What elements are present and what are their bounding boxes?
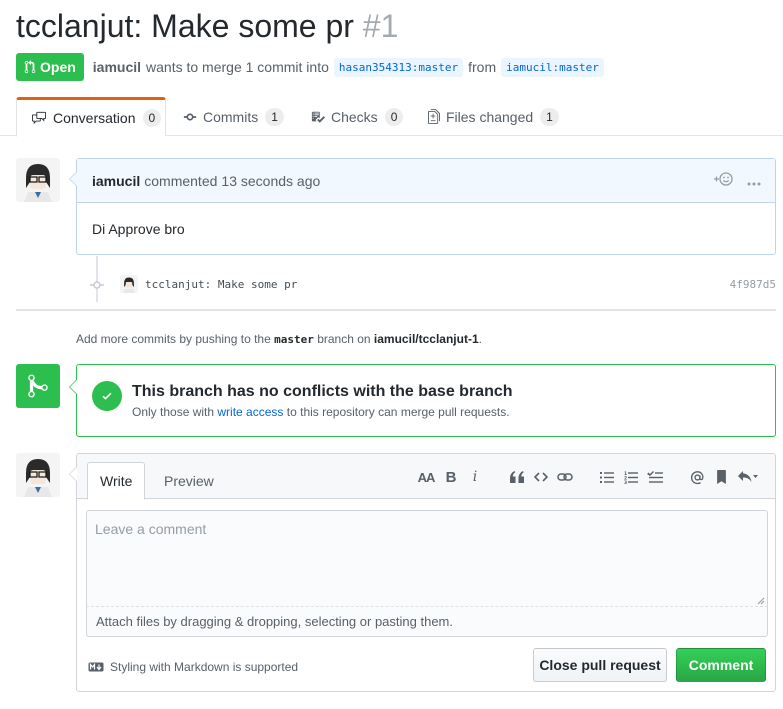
tab-conversation-label: Conversation bbox=[53, 110, 136, 126]
git-commit-icon bbox=[90, 281, 104, 289]
avatar-image bbox=[16, 158, 60, 202]
comment-body: Di Approve bro bbox=[92, 221, 185, 237]
pr-author-link[interactable]: iamucil bbox=[93, 59, 141, 75]
hint-middle: branch on bbox=[317, 332, 371, 346]
avatar[interactable] bbox=[16, 453, 60, 497]
commit-item: tcclanjut: Make some pr 4f987d5 bbox=[90, 275, 776, 295]
timeline-divider bbox=[16, 309, 776, 311]
svg-text:3: 3 bbox=[624, 480, 627, 484]
code-icon[interactable] bbox=[531, 468, 551, 486]
head-branch[interactable]: iamucil:master bbox=[501, 57, 604, 77]
push-hint: Add more commits by pushing to the maste… bbox=[76, 332, 482, 346]
status-badge: Open bbox=[16, 53, 84, 81]
tab-files-changed-label: Files changed bbox=[446, 108, 534, 125]
tab-commits-label: Commits bbox=[203, 108, 259, 125]
tab-checks-label: Checks bbox=[331, 108, 378, 125]
comment-card: iamucil commented 13 seconds ago Di Appr… bbox=[69, 158, 776, 255]
quote-icon[interactable] bbox=[507, 468, 527, 486]
comment-timestamp[interactable]: 13 seconds ago bbox=[221, 173, 320, 189]
merge-status-title: This branch has no conflicts with the ba… bbox=[132, 383, 513, 400]
comment-actions bbox=[711, 171, 761, 190]
comment-textarea[interactable]: Leave a comment bbox=[86, 510, 768, 607]
reply-icon[interactable] bbox=[735, 468, 761, 486]
italic-icon[interactable]: i bbox=[465, 468, 485, 486]
avatar-image bbox=[16, 453, 60, 497]
bold-icon[interactable]: B bbox=[441, 468, 461, 486]
merge-sub-suffix: to this repository can merge pull reques… bbox=[286, 405, 510, 419]
close-pull-request-button[interactable]: Close pull request bbox=[533, 648, 667, 682]
ordered-list-icon[interactable]: 123 bbox=[621, 468, 641, 486]
pr-title-text: tcclanjut: Make some pr bbox=[16, 8, 354, 44]
markdown-toolbar: AA B i 123 bbox=[411, 468, 761, 486]
comment-author[interactable]: iamucil bbox=[92, 173, 140, 189]
comment-action: commented bbox=[144, 172, 218, 189]
mention-icon[interactable] bbox=[687, 468, 707, 486]
markdown-hint-label: Styling with Markdown is supported bbox=[110, 660, 299, 674]
merge-pointer bbox=[69, 379, 77, 395]
commit-message[interactable]: tcclanjut: Make some pr bbox=[145, 278, 297, 291]
merge-description: wants to merge 1 commit into bbox=[146, 59, 329, 75]
unordered-list-icon[interactable] bbox=[597, 468, 617, 486]
tab-preview[interactable]: Preview bbox=[152, 462, 226, 499]
add-reaction-icon[interactable] bbox=[711, 171, 733, 190]
comment-discussion-icon bbox=[32, 111, 46, 125]
resize-handle-icon[interactable] bbox=[757, 597, 765, 605]
markdown-icon bbox=[88, 662, 104, 672]
comment-pointer bbox=[69, 171, 77, 187]
link-icon[interactable] bbox=[555, 468, 575, 486]
status-badge-label: Open bbox=[40, 59, 76, 75]
file-diff-icon bbox=[428, 109, 440, 124]
hint-branch: master bbox=[274, 333, 314, 346]
from-label: from bbox=[468, 59, 497, 75]
tab-conversation-count: 0 bbox=[142, 109, 162, 127]
base-branch[interactable]: hasan354313:master bbox=[333, 57, 464, 77]
tab-commits-count: 1 bbox=[265, 107, 284, 126]
bookmark-icon[interactable] bbox=[711, 468, 731, 486]
commit-sha[interactable]: 4f987d5 bbox=[730, 278, 776, 291]
merge-status-icon-box bbox=[16, 364, 60, 408]
pr-meta: Open iamucil wants to merge 1 commit int… bbox=[16, 53, 609, 81]
pr-title: tcclanjut: Make some pr #1 bbox=[16, 8, 398, 45]
hint-repo[interactable]: iamucil/tcclanjut-1 bbox=[374, 332, 479, 346]
checklist-icon bbox=[311, 111, 325, 123]
text-size-icon[interactable]: AA bbox=[415, 468, 437, 486]
tab-checks-count: 0 bbox=[384, 107, 404, 126]
hint-prefix: Add more commits by pushing to the bbox=[76, 332, 271, 346]
comment-editor: Write Preview AA B i 123 Leave a comment… bbox=[69, 453, 776, 692]
hint-suffix: . bbox=[478, 332, 482, 346]
tab-files-changed-count: 1 bbox=[540, 107, 559, 126]
check-circle-icon bbox=[92, 381, 122, 411]
task-list-icon[interactable] bbox=[645, 468, 665, 486]
tab-write[interactable]: Write bbox=[87, 462, 146, 500]
tab-files-changed[interactable]: Files changed 1 bbox=[428, 97, 559, 136]
kebab-horizontal-icon[interactable] bbox=[747, 173, 761, 189]
tab-commits[interactable]: Commits 1 bbox=[183, 97, 284, 136]
write-access-link[interactable]: write access bbox=[217, 405, 283, 419]
editor-tabs: Write Preview AA B i 123 bbox=[77, 454, 775, 500]
merge-sub-prefix: Only those with bbox=[132, 405, 215, 419]
merge-status-box: This branch has no conflicts with the ba… bbox=[69, 364, 776, 437]
merge-status-subtitle: Only those with write access to this rep… bbox=[132, 405, 510, 419]
pr-number: #1 bbox=[362, 8, 399, 44]
editor-pointer bbox=[69, 466, 77, 482]
tab-checks[interactable]: Checks 0 bbox=[311, 97, 404, 136]
git-commit-icon bbox=[183, 113, 197, 120]
git-merge-icon bbox=[28, 374, 48, 398]
avatar[interactable] bbox=[16, 158, 60, 202]
commit-author-avatar[interactable] bbox=[120, 275, 138, 293]
tab-conversation[interactable]: Conversation 0 bbox=[16, 97, 166, 137]
comment-button[interactable]: Comment bbox=[676, 648, 766, 682]
git-pull-request-icon bbox=[24, 60, 36, 74]
markdown-hint[interactable]: Styling with Markdown is supported bbox=[88, 660, 298, 674]
comment-header: iamucil commented 13 seconds ago bbox=[77, 159, 775, 203]
attach-files-bar[interactable]: Attach files by dragging & dropping, sel… bbox=[86, 607, 768, 637]
pr-tabs: Conversation 0 Commits 1 Checks 0 Files … bbox=[0, 97, 783, 137]
